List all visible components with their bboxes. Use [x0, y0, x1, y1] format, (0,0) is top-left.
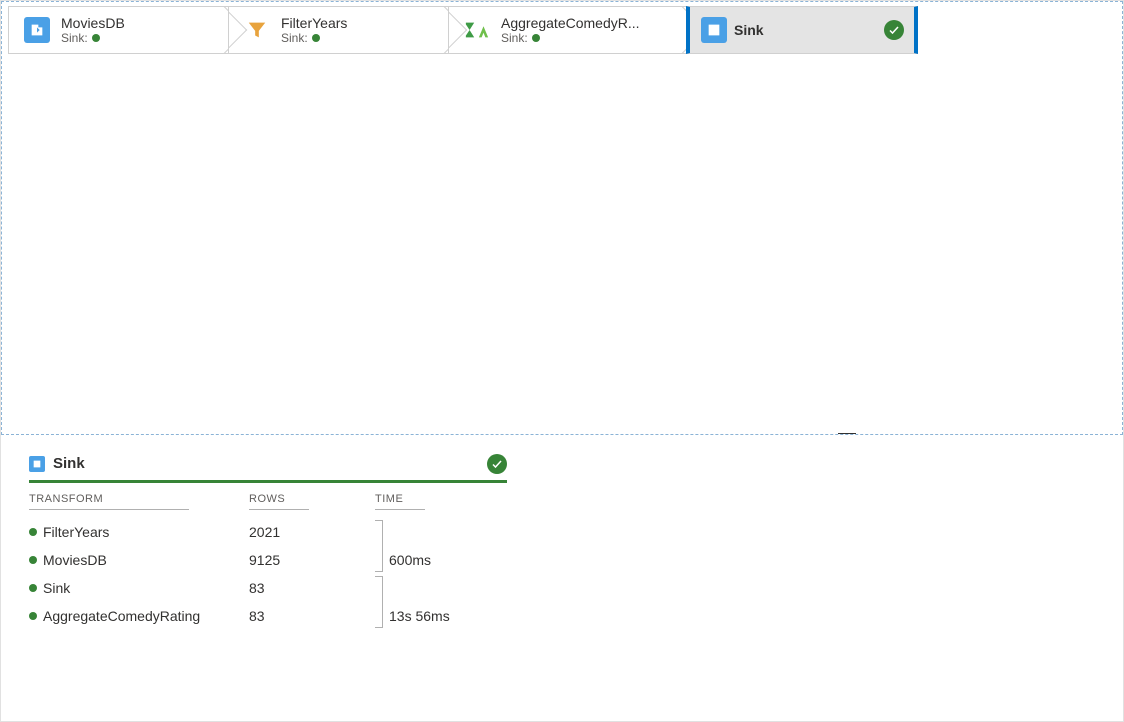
node-title: MoviesDB [61, 15, 209, 31]
pipeline-row: MoviesDB Sink: FilterYears Sink: [2, 2, 1122, 58]
details-header: Sink [29, 455, 507, 483]
time-value: 13s 56ms [389, 608, 450, 624]
transform-name: FilterYears [43, 524, 109, 540]
col-header-transform: TRANSFORM [29, 487, 189, 510]
status-dot [29, 528, 37, 536]
sink-icon [29, 456, 45, 472]
transform-name: AggregateComedyRating [43, 608, 200, 624]
details-panel: Sink TRANSFORM FilterYears MoviesDB Sink… [1, 435, 1123, 650]
status-dot [92, 34, 100, 42]
source-icon [15, 17, 59, 43]
transform-name: Sink [43, 580, 70, 596]
rows-value: 83 [249, 580, 265, 596]
node-title: AggregateComedyR... [501, 15, 667, 31]
node-aggregate[interactable]: AggregateComedyR... Sink: [448, 6, 706, 54]
time-value: 600ms [389, 552, 431, 568]
status-dot [29, 584, 37, 592]
dataflow-canvas[interactable]: MoviesDB Sink: FilterYears Sink: [1, 1, 1123, 435]
status-dot [532, 34, 540, 42]
status-dot [312, 34, 320, 42]
status-dot [29, 612, 37, 620]
node-filteryears[interactable]: FilterYears Sink: [228, 6, 468, 54]
node-title: Sink [734, 22, 852, 38]
transform-name: MoviesDB [43, 552, 107, 568]
success-check-icon [884, 20, 904, 40]
node-subtitle: Sink: [501, 31, 528, 45]
rows-value: 9125 [249, 552, 280, 568]
sink-icon [696, 17, 732, 43]
node-title: FilterYears [281, 15, 429, 31]
rows-value: 2021 [249, 524, 280, 540]
node-sink[interactable]: Sink [686, 6, 918, 54]
col-header-rows: ROWS [249, 487, 309, 510]
node-subtitle: Sink: [281, 31, 308, 45]
node-moviesdb[interactable]: MoviesDB Sink: [8, 6, 248, 54]
node-subtitle: Sink: [61, 31, 88, 45]
rows-value: 83 [249, 608, 265, 624]
status-dot [29, 556, 37, 564]
panel-resize-handle[interactable] [838, 433, 856, 435]
details-title: Sink [53, 455, 85, 472]
col-header-time: TIME [375, 487, 425, 510]
success-check-icon [487, 454, 507, 474]
